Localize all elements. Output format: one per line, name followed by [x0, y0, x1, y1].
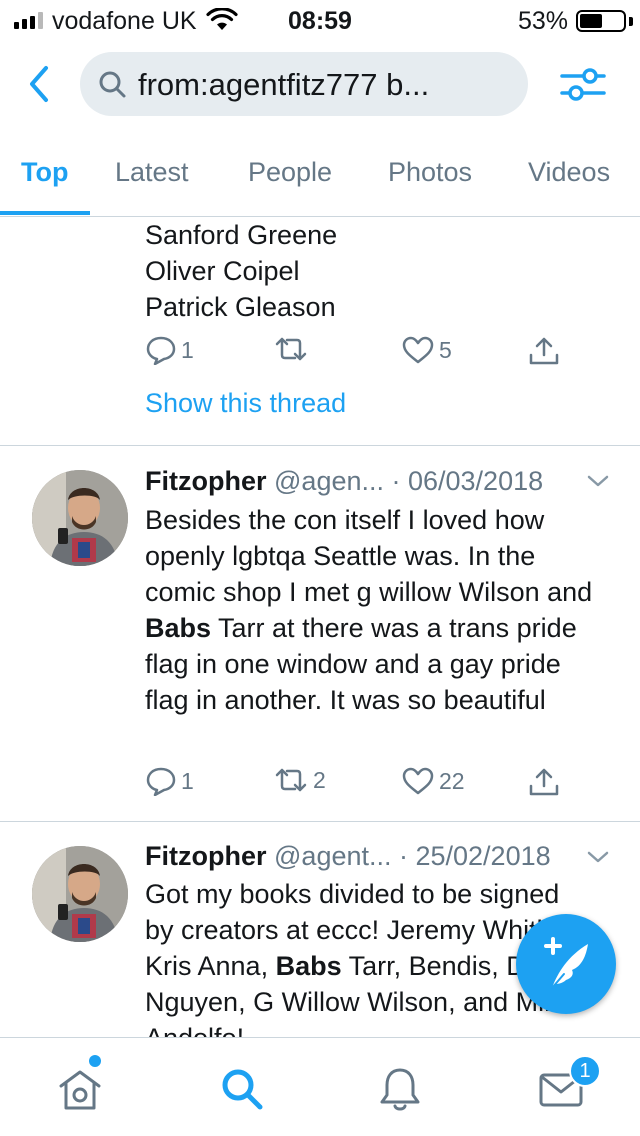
status-bar: vodafone UK 08:59 53%: [0, 0, 640, 40]
tab-photos[interactable]: Photos: [388, 157, 472, 188]
battery-percent: 53%: [517, 7, 568, 35]
bottom-navigation: 1: [0, 1037, 640, 1136]
retweet-icon: [275, 768, 307, 792]
reply-icon: [146, 336, 176, 365]
handle-and-date: @agen... · 06/03/2018: [274, 466, 544, 496]
tweet-divider: [0, 445, 640, 446]
search-query: from:agentfitz777 b...: [138, 67, 430, 102]
search-match-text: Babs: [145, 613, 212, 643]
tweet-header: Fitzopher @agent... · 25/02/2018: [145, 841, 551, 872]
nav-notifications[interactable]: [375, 1064, 425, 1114]
retweet-icon: [275, 337, 307, 361]
avatar[interactable]: [32, 470, 128, 566]
nav-search[interactable]: [217, 1064, 267, 1114]
reply-icon: [146, 767, 176, 796]
search-icon: [99, 71, 126, 98]
tweet-text-segment: Besides the con itself I loved how openl…: [145, 505, 593, 607]
reply-count: 1: [181, 336, 194, 363]
new-tweets-dot: [89, 1055, 101, 1067]
nav-home[interactable]: [55, 1064, 105, 1114]
back-button[interactable]: [20, 62, 60, 106]
display-name[interactable]: Fitzopher: [145, 841, 267, 871]
search-tabs: Top Latest People Photos Videos: [0, 140, 640, 217]
battery-cap: [629, 17, 633, 26]
search-input[interactable]: from:agentfitz777 b...: [80, 52, 528, 116]
tweet-header: Fitzopher @agen... · 06/03/2018: [145, 466, 543, 497]
tweet-divider: [0, 821, 640, 822]
display-name[interactable]: Fitzopher: [145, 466, 267, 496]
tab-videos[interactable]: Videos: [528, 157, 610, 188]
tweet-text-continuation: Sanford Greene Oliver Coipel Patrick Gle…: [145, 217, 337, 325]
search-icon: [222, 1069, 263, 1110]
like-button[interactable]: 22: [401, 766, 465, 796]
chevron-left-icon: [30, 66, 48, 102]
like-count: 5: [439, 336, 452, 363]
battery-icon: [576, 10, 626, 32]
tab-top[interactable]: Top: [21, 157, 68, 188]
share-icon: [529, 768, 559, 796]
tab-latest[interactable]: Latest: [115, 157, 189, 188]
tweet-text: Besides the con itself I loved how openl…: [145, 502, 605, 718]
retweet-button[interactable]: 2: [273, 766, 326, 794]
reply-count: 1: [181, 767, 194, 794]
battery-level: [580, 14, 602, 28]
search-match-text: Babs: [275, 951, 342, 981]
profile-photo: [32, 470, 128, 566]
sliders-icon: [560, 68, 606, 101]
retweet-count: 2: [313, 766, 326, 793]
search-filter-button[interactable]: [558, 62, 608, 106]
chevron-down-icon[interactable]: [586, 473, 610, 489]
active-tab-indicator: [0, 211, 90, 215]
home-icon: [59, 1070, 101, 1110]
avatar[interactable]: [32, 846, 128, 942]
tweet-line: Sanford Greene: [145, 220, 338, 250]
tweet-actions: 1 5: [145, 335, 575, 375]
show-thread-link[interactable]: Show this thread: [145, 388, 346, 419]
reply-button[interactable]: 1: [145, 766, 194, 796]
messages-badge: 1: [569, 1055, 601, 1087]
heart-icon: [402, 767, 434, 795]
tweet-line: Patrick Gleason: [145, 292, 336, 322]
handle-and-date: @agent... · 25/02/2018: [274, 841, 551, 871]
share-button[interactable]: [527, 766, 561, 798]
like-count: 22: [439, 767, 465, 794]
bell-icon: [380, 1068, 420, 1111]
share-icon: [529, 337, 559, 365]
share-button[interactable]: [527, 335, 561, 367]
tweet-line: Oliver Coipel: [145, 256, 300, 286]
profile-photo: [32, 846, 128, 942]
tweet-actions: 1 2 22: [145, 766, 575, 806]
compose-feather-icon: [544, 937, 588, 989]
reply-button[interactable]: 1: [145, 335, 194, 365]
chevron-down-icon[interactable]: [586, 849, 610, 865]
like-button[interactable]: 5: [401, 335, 452, 365]
compose-tweet-button[interactable]: [516, 914, 616, 1014]
retweet-button[interactable]: [273, 335, 313, 363]
heart-icon: [402, 336, 434, 364]
tab-people[interactable]: People: [248, 157, 332, 188]
